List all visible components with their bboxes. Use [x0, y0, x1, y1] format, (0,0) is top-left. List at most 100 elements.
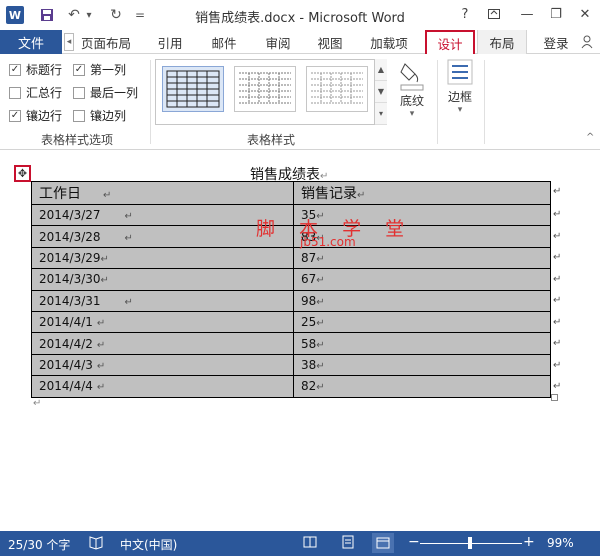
- tab-add-ins[interactable]: 加载项: [364, 30, 414, 54]
- language-indicator[interactable]: 中文(中国): [120, 536, 177, 553]
- value-cell[interactable]: 98↵: [293, 289, 551, 312]
- value-cell[interactable]: 87↵: [293, 246, 551, 270]
- date-cell[interactable]: 2014/3/30↵: [31, 268, 294, 291]
- tab-review[interactable]: 审阅: [258, 30, 298, 54]
- table-row: 2014/4/3 ↵ 38↵: [31, 353, 551, 377]
- table-row: 2014/3/30↵ 67↵: [31, 268, 551, 291]
- zoom-out-button[interactable]: −: [408, 534, 420, 550]
- window-title: 销售成绩表.docx - Microsoft Word: [195, 11, 405, 26]
- tab-mailings[interactable]: 邮件: [204, 30, 244, 54]
- gallery-more-icon[interactable]: ▾: [375, 103, 387, 125]
- value-cell[interactable]: 67↵: [293, 268, 551, 291]
- checkbox-unchecked-icon[interactable]: [9, 86, 21, 99]
- minimize-button[interactable]: —: [516, 4, 538, 24]
- checkbox-unchecked-icon[interactable]: [73, 109, 85, 122]
- option-first-column[interactable]: ✓ 第一列: [73, 61, 126, 78]
- value-cell[interactable]: 38↵: [293, 353, 551, 377]
- table-style-plain-thumbnail[interactable]: [306, 66, 368, 112]
- tab-scroll-left-icon[interactable]: ◂: [64, 33, 74, 51]
- tab-layout[interactable]: 布局: [477, 30, 527, 54]
- table-row: 2014/3/31 ↵ 98↵: [31, 289, 551, 312]
- table-resize-handle[interactable]: [551, 394, 558, 401]
- date-cell[interactable]: 2014/4/1 ↵: [31, 310, 294, 334]
- collapse-ribbon-icon[interactable]: ^: [586, 132, 594, 143]
- cell-end-mark-icon: ↵: [316, 339, 325, 351]
- cell-end-mark-icon: ↵: [316, 382, 325, 394]
- gallery-scrollbar[interactable]: ▲ ▼ ▾: [374, 59, 387, 125]
- web-layout-icon[interactable]: [372, 533, 394, 553]
- tab-page-layout[interactable]: 页面布局: [78, 30, 134, 54]
- tab-references[interactable]: 引用: [150, 30, 190, 54]
- group-divider: [150, 60, 151, 144]
- row-end-mark-icon: ↵: [553, 295, 562, 306]
- date-cell[interactable]: 2014/3/29↵: [31, 246, 294, 270]
- read-mode-icon[interactable]: [302, 534, 318, 553]
- cell-end-mark-icon: ↵: [316, 275, 325, 287]
- value-cell[interactable]: 25↵: [293, 310, 551, 334]
- table-style-grid-thumbnail[interactable]: [162, 66, 224, 112]
- date-cell[interactable]: 2014/3/28 ↵: [31, 225, 294, 248]
- header-cell-sales[interactable]: 销售记录↵: [293, 181, 551, 205]
- cell-end-mark-icon: ↵: [96, 318, 106, 330]
- option-banded-rows[interactable]: ✓ 镶边行: [9, 107, 62, 124]
- close-button[interactable]: ✕: [574, 4, 596, 24]
- table-row: 2014/4/1 ↵ 25↵: [31, 310, 551, 334]
- restore-button[interactable]: ❐: [545, 4, 567, 24]
- zoom-in-button[interactable]: +: [523, 534, 535, 550]
- option-header-row[interactable]: ✓ 标题行: [9, 61, 62, 78]
- option-total-row[interactable]: 汇总行: [9, 84, 62, 101]
- gallery-scroll-down-icon[interactable]: ▼: [375, 81, 387, 103]
- borders-button[interactable]: 边框 ▾: [442, 58, 478, 115]
- borders-dropdown-icon[interactable]: ▾: [458, 105, 463, 115]
- cell-end-mark-icon: ↵: [316, 296, 325, 308]
- shading-bucket-icon: [400, 63, 424, 91]
- cell-end-mark-icon: ↵: [100, 275, 109, 287]
- row-end-mark-icon: ↵: [553, 209, 562, 220]
- checkbox-unchecked-icon[interactable]: [73, 86, 85, 99]
- gallery-scroll-up-icon[interactable]: ▲: [375, 59, 387, 81]
- value-cell[interactable]: 82↵: [293, 375, 551, 398]
- date-cell[interactable]: 2014/4/4 ↵: [31, 375, 294, 398]
- cell-end-mark-icon: ↵: [316, 360, 325, 372]
- group-divider: [437, 60, 438, 144]
- date-cell[interactable]: 2014/4/3 ↵: [31, 353, 294, 377]
- table-style-light-grid-thumbnail[interactable]: [234, 66, 296, 112]
- ribbon-tab-row: 文件 ◂ 页面布局 引用 邮件 审阅 视图 加载项 设计 布局 登录: [0, 30, 600, 55]
- checkbox-checked-icon[interactable]: ✓: [73, 63, 85, 76]
- table-header-row: 工作日 ↵ 销售记录↵: [31, 181, 551, 205]
- tab-view[interactable]: 视图: [310, 30, 350, 54]
- status-bar: 25/30 个字 中文(中国) − + 99%: [0, 531, 600, 556]
- print-layout-icon[interactable]: [340, 534, 356, 553]
- cell-end-mark-icon: ↵: [100, 253, 109, 265]
- shading-dropdown-icon[interactable]: ▾: [410, 109, 415, 119]
- help-button[interactable]: ?: [454, 4, 476, 24]
- cell-end-mark-icon: ↵: [357, 190, 366, 201]
- cell-end-mark-icon: ↵: [103, 190, 112, 201]
- sign-in-link[interactable]: 登录: [536, 30, 576, 54]
- date-cell[interactable]: 2014/3/27 ↵: [31, 203, 294, 227]
- value-cell[interactable]: 58↵: [293, 332, 551, 355]
- title-bar: W ↶ ▾ ↻ = 销售成绩表.docx - Microsoft Word ? …: [0, 0, 600, 30]
- tab-file[interactable]: 文件: [0, 30, 62, 54]
- date-cell[interactable]: 2014/3/31 ↵: [31, 289, 294, 312]
- borders-icon: [447, 59, 473, 85]
- option-last-column[interactable]: 最后一列: [73, 84, 138, 101]
- row-end-mark-icon: ↵: [553, 360, 562, 371]
- zoom-slider-thumb[interactable]: [468, 537, 472, 549]
- shading-button[interactable]: 底纹 ▾: [392, 58, 432, 119]
- header-cell-workday[interactable]: 工作日 ↵: [31, 181, 294, 205]
- table-move-handle-icon[interactable]: ✥: [14, 165, 31, 182]
- word-count[interactable]: 25/30 个字: [8, 536, 70, 553]
- row-end-mark-icon: ↵: [553, 381, 562, 392]
- zoom-level[interactable]: 99%: [547, 536, 574, 550]
- checkbox-checked-icon[interactable]: ✓: [9, 109, 21, 122]
- date-cell[interactable]: 2014/4/2 ↵: [31, 332, 294, 355]
- option-banded-columns[interactable]: 镶边列: [73, 107, 126, 124]
- ribbon-display-icon[interactable]: [483, 4, 505, 24]
- tab-design[interactable]: 设计: [425, 30, 475, 55]
- cell-end-mark-icon: ↵: [124, 296, 133, 308]
- proofing-icon[interactable]: [88, 534, 104, 553]
- checkbox-checked-icon[interactable]: ✓: [9, 63, 21, 76]
- account-icon[interactable]: [578, 30, 596, 54]
- row-end-mark-icon: ↵: [553, 186, 562, 197]
